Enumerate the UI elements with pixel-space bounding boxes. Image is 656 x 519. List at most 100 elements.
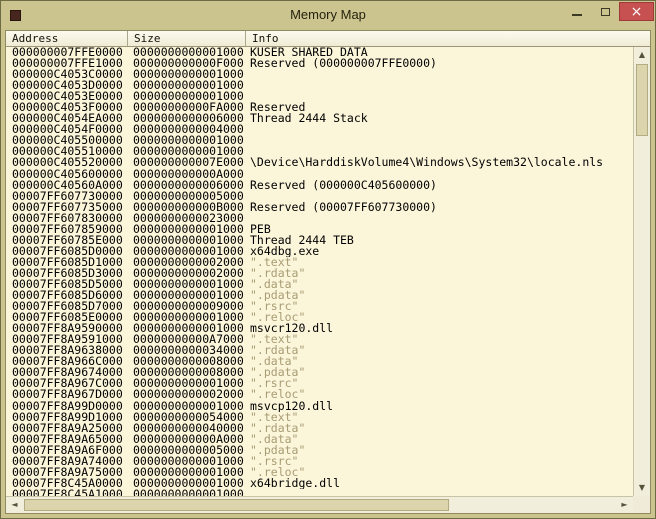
table-row[interactable]: 00007FF8A96740000000000000008000".pdata"	[6, 367, 633, 378]
table-row[interactable]: 00007FF8A9A740000000000000001000".rsrc"	[6, 456, 633, 467]
table-row[interactable]: 00007FF8A99D10000000000000054000".text"	[6, 412, 633, 423]
size-cell: 0000000000040000	[128, 423, 246, 434]
table-row[interactable]: 00007FF60785E0000000000000001000Thread 2…	[6, 235, 633, 246]
table-row[interactable]: 00007FF8A967D0000000000000002000".reloc"	[6, 389, 633, 400]
address-cell: 000000C4053C0000	[6, 69, 128, 80]
table-row[interactable]: 000000C4054EA0000000000000006000Thread 2…	[6, 113, 633, 124]
info-cell: ".rdata"	[246, 345, 633, 356]
size-cell: 000000000007E000	[128, 157, 246, 168]
size-cell: 000000000000A000	[128, 169, 246, 180]
size-cell: 0000000000001000	[128, 456, 246, 467]
table-row[interactable]: 00007FF6085D00000000000000001000x64dbg.e…	[6, 246, 633, 257]
table-row[interactable]: 00007FF8A967C0000000000000001000".rsrc"	[6, 378, 633, 389]
table-row[interactable]: 00007FF8A9A750000000000000001000".reloc"	[6, 467, 633, 478]
close-button[interactable]: ×	[619, 2, 654, 21]
table-row[interactable]: 00007FF6085D60000000000000001000".pdata"	[6, 290, 633, 301]
size-cell: 0000000000002000	[128, 389, 246, 400]
table-row[interactable]: 00007FF6078590000000000000001000PEB	[6, 224, 633, 235]
table-row[interactable]: 00007FF8A99D00000000000000001000msvcp120…	[6, 401, 633, 412]
address-cell: 00007FF6085D1000	[6, 257, 128, 268]
address-cell: 00007FF8A967C000	[6, 378, 128, 389]
size-cell: 0000000000001000	[128, 235, 246, 246]
memory-table-body: 000000007FFE00000000000000001000KUSER_SH…	[6, 47, 633, 496]
size-cell: 0000000000001000	[128, 146, 246, 157]
table-row[interactable]: 000000C4053E00000000000000001000	[6, 91, 633, 102]
info-cell: \Device\HarddiskVolume4\Windows\System32…	[246, 157, 633, 168]
table-row[interactable]: 00007FF8A9A6F0000000000000005000".pdata"	[6, 445, 633, 456]
scroll-right-button[interactable]: ►	[616, 497, 633, 513]
table-row[interactable]: 00007FF8A96380000000000000034000".rdata"	[6, 345, 633, 356]
address-cell: 000000C405510000	[6, 146, 128, 157]
table-row[interactable]: 00007FF6078300000000000000023000	[6, 213, 633, 224]
column-header-info[interactable]: Info	[246, 31, 650, 46]
scroll-left-button[interactable]: ◄	[6, 497, 23, 513]
table-row[interactable]: 00007FF8C45A10000000000000001000	[6, 489, 633, 496]
scroll-up-button[interactable]: ▲	[634, 47, 650, 63]
info-cell: ".rdata"	[246, 423, 633, 434]
minimize-icon	[572, 14, 582, 16]
size-cell: 000000000000F000	[128, 58, 246, 69]
table-row[interactable]: 00007FF6077300000000000000005000	[6, 191, 633, 202]
address-cell: 000000C4054F0000	[6, 124, 128, 135]
info-cell: ".reloc"	[246, 467, 633, 478]
table-row[interactable]: 00007FF6085E00000000000000001000".reloc"	[6, 312, 633, 323]
address-cell: 00007FF607735000	[6, 202, 128, 213]
address-cell: 000000007FFE0000	[6, 47, 128, 58]
address-cell: 00007FF8C45A1000	[6, 489, 128, 496]
minimize-button[interactable]	[563, 2, 591, 21]
table-header: Address Size Info	[6, 31, 650, 47]
table-row[interactable]: 000000C405520000000000000007E000\Device\…	[6, 157, 633, 168]
info-cell: ".data"	[246, 356, 633, 367]
table-row[interactable]: 000000C4053C00000000000000001000	[6, 69, 633, 80]
address-cell: 00007FF607859000	[6, 224, 128, 235]
address-cell: 00007FF6085D6000	[6, 290, 128, 301]
table-row[interactable]: 00007FF6085D50000000000000001000".data"	[6, 279, 633, 290]
table-row[interactable]: 00007FF6085D30000000000000002000".rdata"	[6, 268, 633, 279]
table-row[interactable]: 00007FF8A9A65000000000000000A000".data"	[6, 434, 633, 445]
size-cell: 0000000000006000	[128, 113, 246, 124]
table-row[interactable]: 000000007FFE1000000000000000F000Reserved…	[6, 58, 633, 69]
size-cell: 0000000000008000	[128, 367, 246, 378]
table-row[interactable]: 000000C4053F000000000000000FA000Reserved	[6, 102, 633, 113]
size-cell: 00000000000FA000	[128, 102, 246, 113]
info-cell: Reserved (000000007FFE0000)	[246, 58, 633, 69]
table-row[interactable]: 000000C405600000000000000000A000	[6, 169, 633, 180]
address-cell: 00007FF6085E0000	[6, 312, 128, 323]
table-row[interactable]: 000000C40560A0000000000000006000Reserved…	[6, 180, 633, 191]
horizontal-scrollbar[interactable]: ◄ ►	[6, 496, 633, 513]
table-row[interactable]: 00007FF6085D10000000000000002000".text"	[6, 257, 633, 268]
address-cell: 00007FF8A9591000	[6, 334, 128, 345]
size-cell: 0000000000001000	[128, 279, 246, 290]
table-row[interactable]: 000000007FFE00000000000000001000KUSER_SH…	[6, 47, 633, 58]
info-cell: ".text"	[246, 334, 633, 345]
vertical-scrollbar-thumb[interactable]	[636, 64, 648, 136]
size-cell: 0000000000001000	[128, 69, 246, 80]
table-row[interactable]: 000000C4055000000000000000001000	[6, 135, 633, 146]
info-cell: Reserved (00007FF607730000)	[246, 202, 633, 213]
titlebar[interactable]: Memory Map ×	[1, 1, 655, 30]
horizontal-scrollbar-thumb[interactable]	[24, 499, 449, 511]
table-row[interactable]: 00007FF8C45A00000000000000001000x64bridg…	[6, 478, 633, 489]
table-row[interactable]: 000000C4055100000000000000001000	[6, 146, 633, 157]
column-header-size[interactable]: Size	[128, 31, 246, 46]
info-cell	[246, 69, 633, 80]
size-cell: 0000000000001000	[128, 80, 246, 91]
table-row[interactable]: 00007FF8A9A250000000000000040000".rdata"	[6, 423, 633, 434]
table-row[interactable]: 000000C4054F00000000000000004000	[6, 124, 633, 135]
size-cell: 0000000000023000	[128, 213, 246, 224]
vertical-scrollbar[interactable]: ▲ ▼	[633, 47, 650, 496]
table-row[interactable]: 00007FF8A959100000000000000A7000".text"	[6, 334, 633, 345]
size-cell: 00000000000A7000	[128, 334, 246, 345]
size-cell: 0000000000001000	[128, 224, 246, 235]
size-cell: 0000000000001000	[128, 135, 246, 146]
table-row[interactable]: 00007FF6085D70000000000000009000".rsrc"	[6, 301, 633, 312]
column-header-address[interactable]: Address	[6, 31, 128, 46]
address-cell: 00007FF6085D0000	[6, 246, 128, 257]
table-row[interactable]: 000000C4053D00000000000000001000	[6, 80, 633, 91]
table-row[interactable]: 00007FF8A95900000000000000001000msvcr120…	[6, 323, 633, 334]
scroll-down-button[interactable]: ▼	[634, 480, 650, 496]
table-row[interactable]: 00007FF607735000000000000000B000Reserved…	[6, 202, 633, 213]
memory-map-window: Memory Map × Address Size Info 000000007…	[0, 0, 656, 519]
maximize-button[interactable]	[591, 2, 619, 21]
table-row[interactable]: 00007FF8A966C0000000000000008000".data"	[6, 356, 633, 367]
